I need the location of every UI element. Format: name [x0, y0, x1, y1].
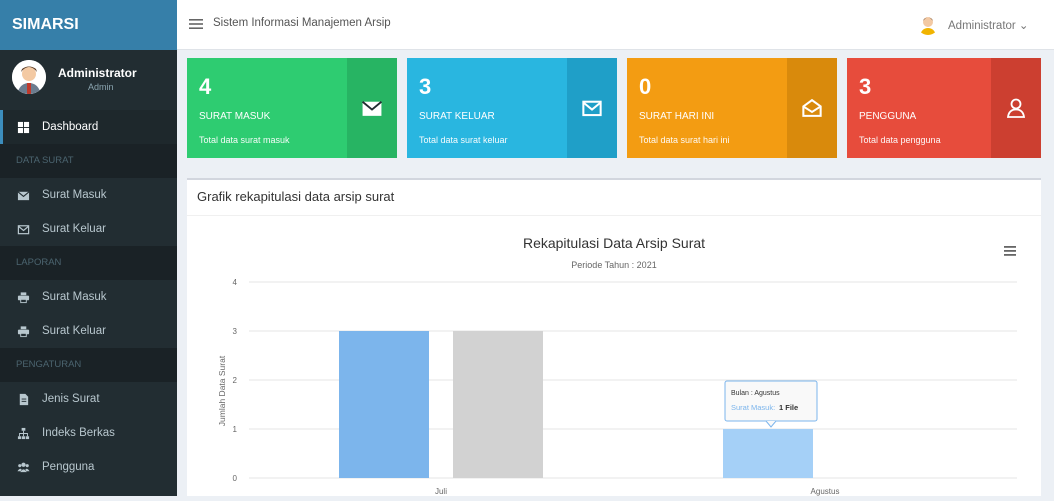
info-box-surat-masuk[interactable]: 4 SURAT MASUK Total data surat masuk — [187, 58, 397, 158]
bar-juli-series-0[interactable] — [339, 331, 429, 478]
hamburger-icon[interactable] — [189, 16, 203, 32]
envelope-open-icon — [787, 58, 837, 158]
info-box-count: 3 — [859, 74, 872, 99]
x-tick-label: Juli — [435, 487, 447, 496]
sidebar-item-label: Indeks Berkas — [42, 427, 115, 439]
sidebar-menu: Dashboard DATA SURAT Surat Masuk Surat Kelu… — [0, 110, 177, 484]
print-icon — [16, 290, 30, 304]
sidebar-section-label: DATA SURAT — [16, 155, 74, 166]
sidebar-item-surat-keluar[interactable]: Surat Keluar — [0, 212, 177, 246]
sidebar-item-indeks-berkas[interactable]: Indeks Berkas — [0, 416, 177, 450]
topbar: Sistem Informasi Manajemen Arsip Adminis… — [177, 0, 1054, 50]
sidebar-item-label: Surat Keluar — [42, 325, 106, 337]
envelope-outline-icon — [567, 58, 617, 158]
tooltip-series-label: Surat Masuk: — [731, 403, 775, 412]
users-icon — [16, 460, 30, 474]
tooltip-category: Bulan : Agustus — [731, 390, 780, 397]
sidebar-section-label: LAPORAN — [16, 257, 62, 268]
sidebar-section-label: PENGATURAN — [16, 359, 82, 370]
info-box-desc: Total data surat masuk — [199, 135, 290, 145]
sidebar-item-label: Pengguna — [42, 461, 95, 473]
topbar-user-menu[interactable]: Administrator ⌄ — [948, 18, 1029, 32]
sidebar-item-label: Surat Keluar — [42, 223, 106, 235]
info-box-title: SURAT MASUK — [199, 111, 271, 122]
file-icon — [16, 392, 30, 406]
sidebar-item-label: Surat Masuk — [42, 189, 107, 201]
sidebar-section-header: DATA SURAT — [0, 144, 177, 178]
chart-tooltip: Bulan : Agustus Surat Masuk: 1 File — [724, 380, 818, 428]
sidebar-item-label: Surat Masuk — [42, 291, 107, 303]
y-tick-label: 1 — [233, 425, 238, 434]
info-box-count: 4 — [199, 74, 212, 99]
y-tick-label: 4 — [233, 278, 238, 287]
x-tick-label: Agustus — [811, 487, 840, 496]
tooltip-value: 1 File — [779, 403, 798, 412]
topbar-title: Sistem Informasi Manajemen Arsip — [213, 17, 391, 29]
envelope-icon — [16, 188, 30, 202]
y-tick-label: 2 — [233, 376, 238, 385]
sidebar-item-surat-masuk[interactable]: Surat Masuk — [0, 178, 177, 212]
chart-subtitle: Periode Tahun : 2021 — [571, 260, 656, 270]
sidebar-item-dashboard[interactable]: Dashboard — [0, 110, 177, 144]
user-avatar — [12, 60, 46, 94]
print-icon — [16, 324, 30, 338]
bar-juli-series-1[interactable] — [453, 331, 543, 478]
sidebar-user-name: Administrator — [58, 66, 137, 80]
user-panel: Administrator Admin — [0, 50, 177, 110]
bar-agustus-series-0[interactable] — [723, 429, 813, 478]
bar-chart: Rekapitulasi Data Arsip Surat Periode Ta… — [217, 235, 1017, 496]
y-tick-label: 0 — [233, 474, 238, 483]
dashboard-icon — [16, 120, 30, 134]
sidebar-item-surat-masuk[interactable]: Surat Masuk — [0, 280, 177, 314]
chart-box: Grafik rekapitulasi data arsip surat Rek… — [187, 178, 1041, 496]
envelope-outline-icon — [16, 222, 30, 236]
sidebar-item-surat-keluar[interactable]: Surat Keluar — [0, 314, 177, 348]
sidebar-item-label: Jenis Surat — [42, 393, 100, 405]
sitemap-icon — [16, 426, 30, 440]
info-box-title: PENGGUNA — [859, 111, 917, 122]
sidebar-section-header: LAPORAN — [0, 246, 177, 280]
info-box-desc: Total data surat keluar — [419, 135, 508, 145]
y-axis-label: Jumlah Data Surat — [217, 355, 227, 426]
info-box-count: 3 — [419, 74, 432, 99]
sidebar-item-jenis-surat[interactable]: Jenis Surat — [0, 382, 177, 416]
info-box-surat-keluar[interactable]: 3 SURAT KELUAR Total data surat keluar — [407, 58, 617, 158]
chart-menu-icon[interactable] — [1004, 246, 1016, 256]
info-box-pengguna[interactable]: 3 PENGGUNA Total data pengguna — [847, 58, 1041, 158]
sidebar: SIMARSI Administrator Admin Dashboard DAT… — [0, 0, 177, 496]
sidebar-section-header: PENGATURAN — [0, 348, 177, 382]
info-box-title: SURAT KELUAR — [419, 111, 495, 122]
chart-box-heading: Grafik rekapitulasi data arsip surat — [187, 180, 1041, 216]
info-box-desc: Total data pengguna — [859, 135, 941, 145]
info-box-count: 0 — [639, 74, 652, 99]
user-icon — [991, 58, 1041, 158]
chart-title: Rekapitulasi Data Arsip Surat — [523, 235, 705, 251]
envelope-icon — [347, 58, 397, 158]
info-box-title: SURAT HARI INI — [639, 111, 715, 122]
info-box-surat-hari-ini[interactable]: 0 SURAT HARI INI Total data surat hari ini — [627, 58, 837, 158]
y-tick-label: 3 — [233, 327, 238, 336]
brand-logo[interactable]: SIMARSI — [0, 0, 177, 50]
topbar-avatar[interactable] — [917, 13, 939, 35]
sidebar-item-label: Dashboard — [42, 121, 99, 133]
sidebar-item-pengguna[interactable]: Pengguna — [0, 450, 177, 484]
sidebar-user-role: Admin — [88, 82, 114, 92]
info-box-desc: Total data surat hari ini — [639, 135, 730, 145]
